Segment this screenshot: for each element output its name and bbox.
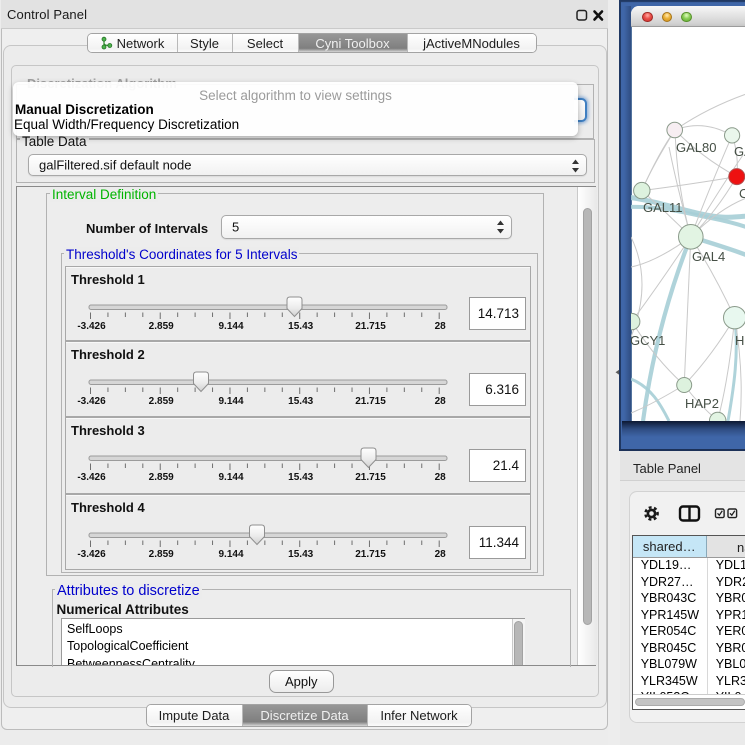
- svg-text:H: H: [735, 333, 744, 348]
- svg-text:GCY1: GCY1: [631, 333, 665, 348]
- svg-text:GAL11: GAL11: [643, 200, 683, 215]
- svg-text:C: C: [739, 186, 745, 201]
- svg-text:GAL4: GAL4: [692, 249, 725, 264]
- svg-text:HAP2: HAP2: [685, 396, 719, 411]
- svg-text:GA: GA: [734, 144, 745, 159]
- svg-text:GAL80: GAL80: [676, 140, 716, 155]
